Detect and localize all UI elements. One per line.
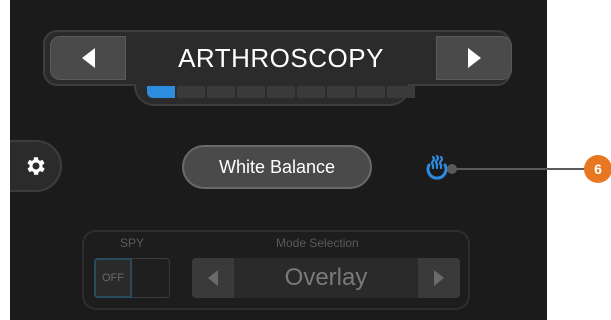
spy-label: SPY	[120, 236, 145, 250]
mode-progress-segment	[267, 86, 295, 98]
mode-progress-segment	[387, 86, 415, 98]
settings-button[interactable]	[10, 140, 62, 192]
spy-toggle-off[interactable]: OFF	[94, 258, 132, 298]
mode-selection-next-button[interactable]	[418, 258, 460, 298]
mode-progress-segment	[237, 86, 265, 98]
mode-progress-segments	[147, 86, 415, 98]
mode-progress-segment	[297, 86, 325, 98]
mode-progress-segment	[147, 86, 175, 98]
mode-progress-segment	[177, 86, 205, 98]
mode-selection-value: Overlay	[284, 264, 368, 291]
chevron-right-icon	[467, 48, 481, 68]
white-balance-label: White Balance	[218, 156, 336, 177]
callout-badge: 6	[584, 155, 611, 183]
next-mode-button[interactable]	[436, 36, 512, 80]
white-balance-button[interactable]: White Balance	[182, 145, 372, 189]
mode-progress-segment	[357, 86, 385, 98]
callout-anchor-dot	[447, 164, 457, 174]
chevron-left-icon	[81, 48, 95, 68]
mode-progress-segment	[207, 86, 235, 98]
chevron-right-icon	[434, 270, 444, 286]
mode-title: ARTHROSCOPY	[178, 42, 384, 73]
mode-progress-segment	[327, 86, 355, 98]
device-screen: ARTHROSCOPY White Balance SPY Mode Selec…	[10, 0, 547, 320]
mode-selection-previous-button[interactable]	[192, 258, 234, 298]
mode-selection-label: Mode Selection	[276, 236, 359, 250]
gear-icon	[27, 157, 45, 175]
chevron-left-icon	[208, 270, 218, 286]
previous-mode-button[interactable]	[50, 36, 126, 80]
callout-leader-line	[452, 168, 587, 170]
